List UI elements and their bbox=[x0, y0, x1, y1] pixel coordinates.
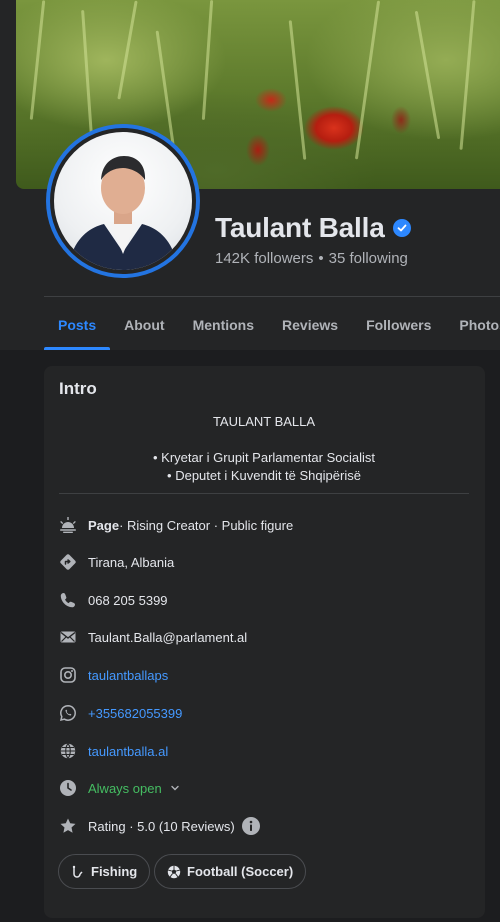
phone-text: 068 205 5399 bbox=[88, 592, 168, 608]
interest-chip-fishing[interactable]: Fishing bbox=[58, 854, 151, 889]
interest-label: Fishing bbox=[91, 864, 138, 879]
email-row: Taulant.Balla@parlament.al bbox=[59, 626, 247, 648]
tab-posts[interactable]: Posts bbox=[44, 300, 111, 350]
phone-row: 068 205 5399 bbox=[59, 589, 168, 611]
intro-card: Intro TAULANT BALLA • Kryetar i Grupit P… bbox=[44, 366, 485, 918]
location-text: Tirana, Albania bbox=[88, 554, 175, 570]
clock-icon bbox=[59, 779, 77, 797]
chevron-down-icon[interactable] bbox=[170, 783, 180, 793]
instagram-link[interactable]: taulantballaps bbox=[88, 668, 168, 683]
website-link[interactable]: taulantballa.al bbox=[88, 744, 168, 759]
star-icon bbox=[59, 817, 77, 835]
page-categories: · Rising Creator · Public figure bbox=[119, 517, 294, 533]
intro-heading: Intro bbox=[59, 379, 97, 398]
whatsapp-icon bbox=[59, 704, 77, 722]
intro-divider bbox=[59, 493, 469, 494]
tab-mentions[interactable]: Mentions bbox=[179, 300, 268, 350]
bio-heading: TAULANT BALLA bbox=[212, 414, 316, 429]
tab-followers[interactable]: Followers bbox=[352, 300, 445, 350]
globe-icon bbox=[59, 742, 77, 760]
interest-chip-football[interactable]: Football (Soccer) bbox=[154, 854, 307, 889]
interest-label: Football (Soccer) bbox=[187, 864, 294, 879]
page-label: Page bbox=[88, 517, 120, 533]
hours-row[interactable]: Always open bbox=[59, 777, 180, 799]
tab-photos[interactable]: Photos bbox=[445, 300, 500, 350]
location-row: Tirana, Albania bbox=[59, 551, 174, 573]
follower-stats: 142K followers • 35 following bbox=[215, 250, 408, 267]
whatsapp-row: +355682055399 bbox=[59, 702, 182, 724]
avatar bbox=[54, 132, 192, 270]
header-divider bbox=[44, 296, 500, 297]
followers-count[interactable]: 142K followers bbox=[215, 250, 313, 267]
profile-picture[interactable] bbox=[46, 124, 200, 278]
envelope-icon bbox=[59, 628, 77, 646]
page-category-row: Page · Rising Creator · Public figure bbox=[59, 514, 293, 536]
left-gutter bbox=[0, 0, 16, 350]
whatsapp-link[interactable]: +355682055399 bbox=[88, 706, 182, 721]
phone-icon bbox=[59, 591, 77, 609]
directions-icon bbox=[59, 553, 77, 571]
rating-text: Rating · 5.0 (10 Reviews) bbox=[88, 818, 235, 834]
tab-reviews[interactable]: Reviews bbox=[268, 300, 352, 350]
profile-tabs: Posts About Mentions Reviews Followers P… bbox=[44, 300, 500, 350]
page-title: Taulant Balla bbox=[215, 212, 385, 243]
instagram-icon bbox=[59, 666, 77, 684]
email-text: Taulant.Balla@parlament.al bbox=[88, 629, 248, 645]
sunrise-icon bbox=[59, 516, 77, 534]
hours-status[interactable]: Always open bbox=[88, 781, 162, 796]
tab-about[interactable]: About bbox=[110, 300, 178, 350]
following-count[interactable]: 35 following bbox=[329, 250, 408, 267]
rating-row: Rating · 5.0 (10 Reviews) bbox=[59, 815, 260, 837]
verified-badge-icon bbox=[392, 219, 411, 237]
fishing-icon bbox=[72, 865, 83, 878]
bio-line: • Kryetar i Grupit Parlamentar Socialist bbox=[152, 450, 375, 465]
page-title-row: Taulant Balla bbox=[215, 212, 411, 244]
website-row: taulantballa.al bbox=[59, 740, 168, 762]
bio-line: • Deputet i Kuvendit të Shqipërisë bbox=[167, 468, 361, 483]
soccer-ball-icon bbox=[167, 865, 181, 878]
bio: TAULANT BALLA • Kryetar i Grupit Parlame… bbox=[59, 413, 469, 485]
info-icon[interactable] bbox=[241, 817, 260, 835]
instagram-row: taulantballaps bbox=[59, 664, 168, 686]
